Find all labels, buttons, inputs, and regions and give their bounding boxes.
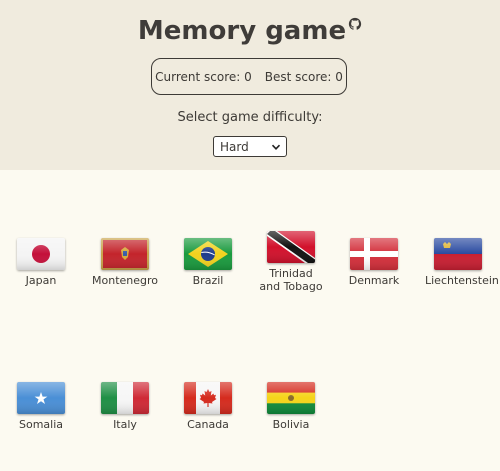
title-text: Memory game	[137, 16, 347, 46]
bolivia-flag-icon	[267, 382, 315, 414]
card-label: Bolivia	[272, 418, 310, 431]
github-icon[interactable]	[348, 8, 362, 30]
score-box: Current score: 0 Best score: 0	[151, 58, 347, 95]
trinidad-and-tobago-flag-icon	[267, 231, 315, 263]
flag-card-denmark[interactable]: Denmark	[341, 238, 407, 287]
page-title: Memory game	[0, 8, 500, 46]
montenegro-flag-icon	[101, 238, 149, 270]
flag-card-somalia[interactable]: Somalia	[8, 382, 74, 431]
liechtenstein-flag-icon	[434, 238, 482, 270]
best-score: Best score: 0	[264, 69, 343, 84]
card-label: Canada	[187, 418, 229, 431]
flag-card-bolivia[interactable]: Bolivia	[258, 382, 324, 431]
canada-flag-icon	[184, 382, 232, 414]
card-label: Brazil	[192, 274, 224, 287]
flag-card-brazil[interactable]: Brazil	[175, 238, 241, 287]
difficulty-selected-value: Hard	[220, 139, 249, 154]
difficulty-select[interactable]: Hard	[213, 136, 287, 157]
japan-flag-icon	[17, 238, 65, 270]
somalia-flag-icon	[17, 382, 65, 414]
flag-card-italy[interactable]: Italy	[92, 382, 158, 431]
denmark-flag-icon	[350, 238, 398, 270]
card-label: Japan	[25, 274, 57, 287]
card-label: Trinidad and Tobago	[259, 267, 323, 293]
flag-card-canada[interactable]: Canada	[175, 382, 241, 431]
card-label: Denmark	[348, 274, 400, 287]
flag-card-japan[interactable]: Japan	[8, 238, 74, 287]
brazil-flag-icon	[184, 238, 232, 270]
card-label: Montenegro	[92, 274, 159, 287]
flag-card-montenegro[interactable]: Montenegro	[92, 238, 158, 287]
chevron-down-icon	[271, 144, 281, 150]
difficulty-label: Select game difficulty:	[177, 110, 323, 125]
card-label: Liechtenstein	[425, 274, 499, 287]
flag-card-trinidad-and-tobago[interactable]: Trinidad and Tobago	[258, 231, 324, 293]
flag-card-liechtenstein[interactable]: Liechtenstein	[425, 238, 499, 287]
card-label: Italy	[113, 418, 137, 431]
header: Memory game Current score: 0 Best score:…	[0, 0, 500, 170]
card-label: Somalia	[18, 418, 64, 431]
italy-flag-icon	[101, 382, 149, 414]
current-score: Current score: 0	[155, 69, 252, 84]
